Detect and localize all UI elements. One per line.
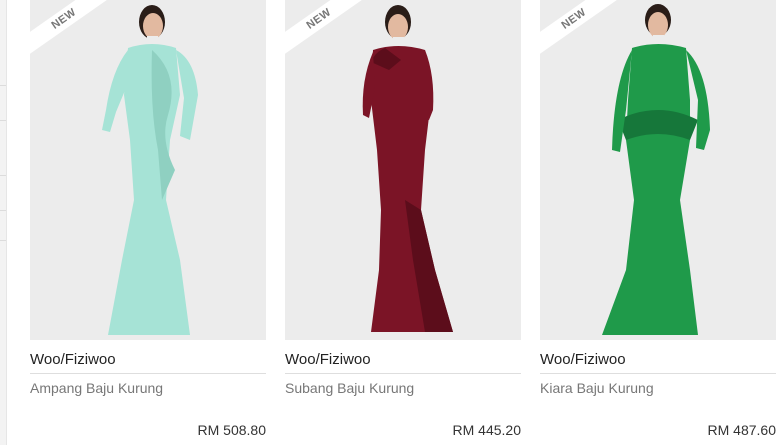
- product-card[interactable]: NEW Woo/Fiziwoo Ampang Baju Kurung RM 50…: [30, 0, 266, 445]
- product-card[interactable]: NEW Woo/Fiziwoo Subang Baju Kurung RM 44…: [285, 0, 521, 445]
- product-image[interactable]: NEW: [285, 0, 521, 340]
- product-name[interactable]: Ampang Baju Kurung: [30, 380, 266, 396]
- sidebar-divider: [0, 175, 6, 176]
- product-name[interactable]: Subang Baju Kurung: [285, 380, 521, 396]
- product-image[interactable]: NEW: [30, 0, 266, 340]
- sidebar-divider: [0, 85, 6, 86]
- product-price: RM 487.60: [707, 422, 776, 438]
- card-divider: [285, 373, 521, 374]
- left-sidebar-edge: [0, 0, 7, 445]
- product-image[interactable]: NEW: [540, 0, 776, 340]
- product-name[interactable]: Kiara Baju Kurung: [540, 380, 776, 396]
- product-brand[interactable]: Woo/Fiziwoo: [285, 351, 521, 368]
- product-price: RM 445.20: [452, 422, 521, 438]
- sidebar-divider: [0, 210, 6, 211]
- sidebar-divider: [0, 120, 6, 121]
- product-price: RM 508.80: [197, 422, 266, 438]
- sidebar-divider: [0, 240, 6, 241]
- product-brand[interactable]: Woo/Fiziwoo: [30, 351, 266, 368]
- model-figure: [540, 0, 776, 340]
- model-figure: [285, 0, 521, 340]
- card-divider: [540, 373, 776, 374]
- model-figure: [30, 0, 266, 340]
- product-brand[interactable]: Woo/Fiziwoo: [540, 351, 776, 368]
- product-card[interactable]: NEW Woo/Fiziwoo Kiara Baju Kurung RM 487…: [540, 0, 776, 445]
- card-divider: [30, 373, 266, 374]
